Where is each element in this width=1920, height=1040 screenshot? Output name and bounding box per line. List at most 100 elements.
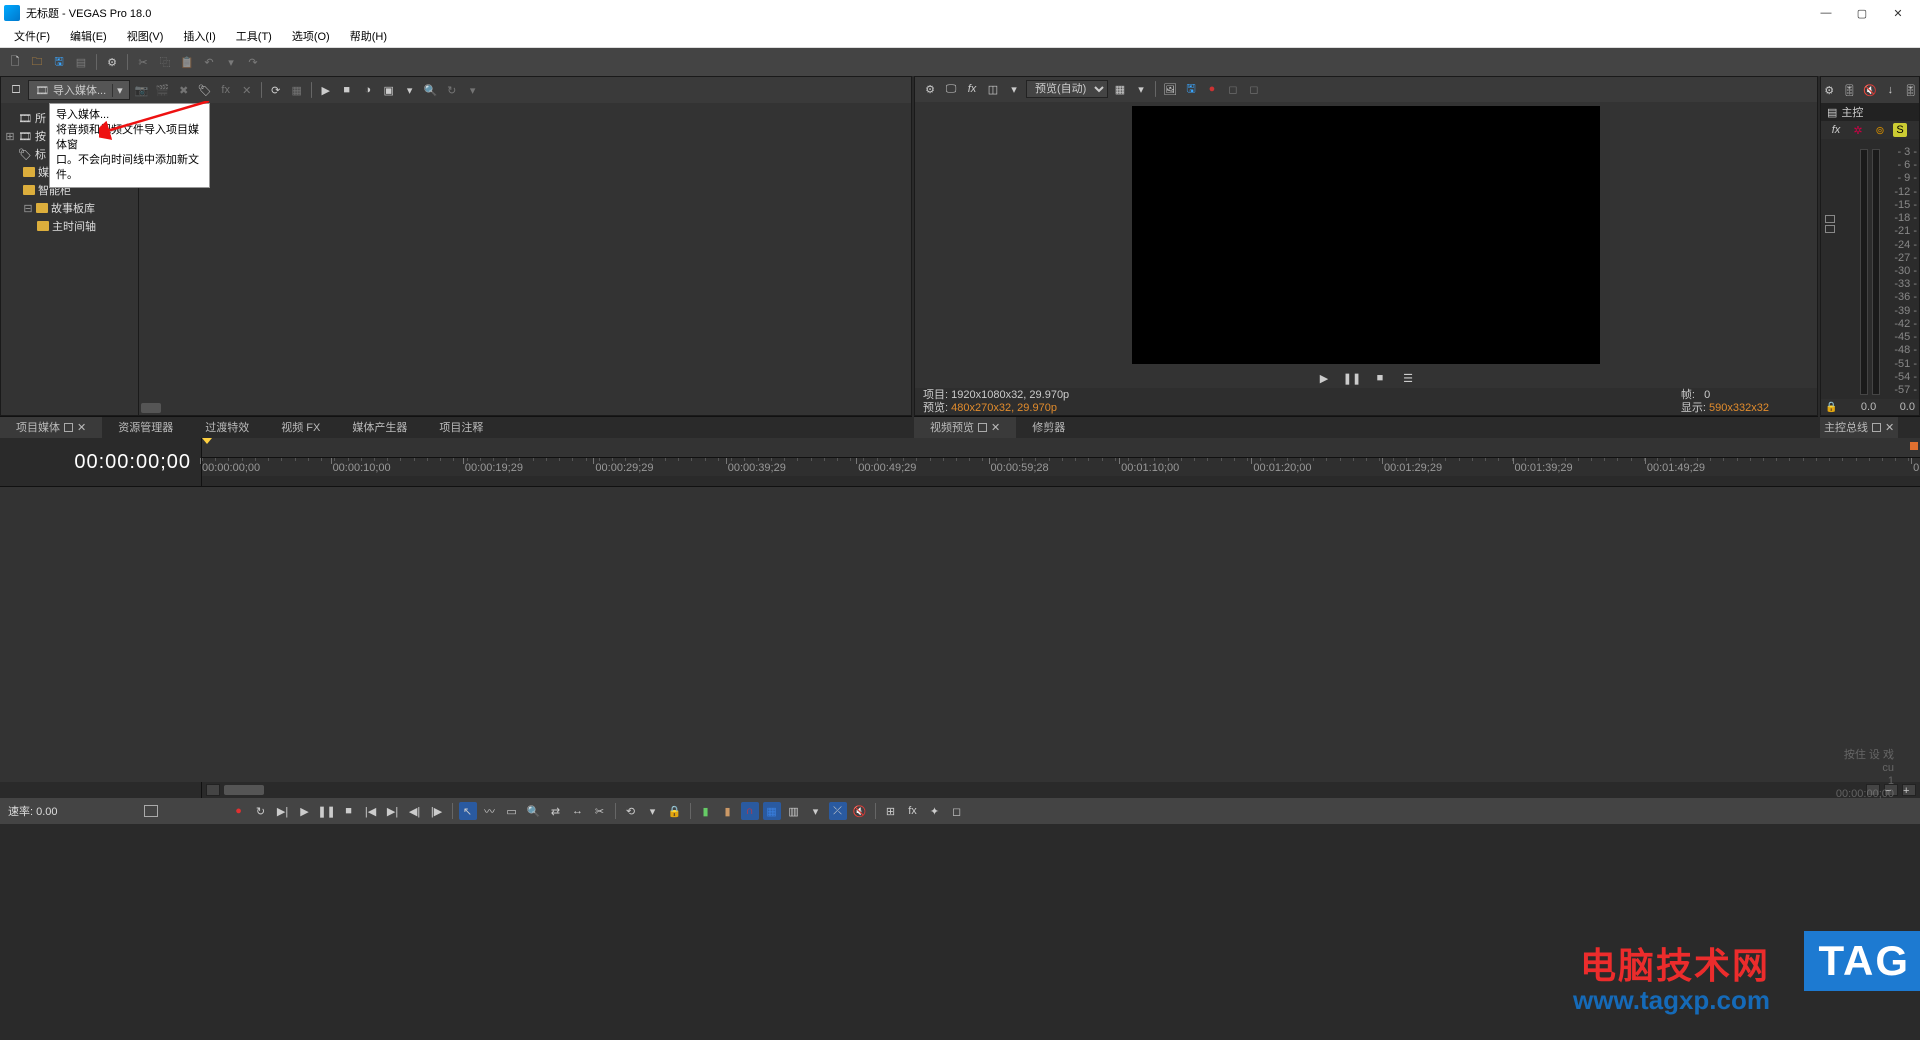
overlay-button[interactable]: ▦ xyxy=(1111,80,1129,98)
stop-preview-button[interactable]: ■ xyxy=(338,81,356,99)
tab-master-bus[interactable]: 主控总线✕ xyxy=(1820,417,1898,439)
stop-button[interactable]: ■ xyxy=(340,802,358,820)
media-list-area[interactable] xyxy=(139,103,911,415)
pause-button[interactable]: ❚❚ xyxy=(318,802,336,820)
quantize-dd[interactable]: ▾ xyxy=(807,802,825,820)
copy-button[interactable]: ⿻ xyxy=(156,53,174,71)
tab-project-media[interactable]: 项目媒体✕ xyxy=(0,417,102,439)
envelope-tool[interactable]: 〰 xyxy=(481,802,499,820)
master-insert-button[interactable]: ✲ xyxy=(1849,121,1867,139)
external2-button[interactable]: ◻ xyxy=(1245,80,1263,98)
region-button[interactable]: ▮ xyxy=(719,802,737,820)
quantize-button[interactable]: ▥ xyxy=(785,802,803,820)
overlay-dd[interactable]: ▾ xyxy=(1132,80,1150,98)
next-frame-button[interactable]: |▶ xyxy=(428,802,446,820)
close-button[interactable]: ✕ xyxy=(1880,2,1916,24)
autopreview-button[interactable]: ◑ xyxy=(359,81,377,99)
expand-icon[interactable]: ⊞ xyxy=(5,130,15,143)
preview-pause-button[interactable]: ❚❚ xyxy=(1343,369,1361,387)
tab-close-icon[interactable]: ✕ xyxy=(991,422,1000,434)
record-button[interactable]: ● xyxy=(230,802,248,820)
views-button[interactable]: ▦ xyxy=(288,81,306,99)
selection-tool[interactable]: ▭ xyxy=(503,802,521,820)
menu-insert[interactable]: 插入(I) xyxy=(173,26,225,48)
event-pan-button[interactable]: ⊞ xyxy=(882,802,900,820)
media-hscrollbar[interactable] xyxy=(139,401,911,415)
time-counter[interactable]: 00:00:00;00 xyxy=(0,438,202,486)
fx-bypass-button[interactable]: fx xyxy=(904,802,922,820)
sort-dd[interactable]: ▾ xyxy=(464,81,482,99)
generate-button[interactable]: ✦ xyxy=(926,802,944,820)
tree-item-storyboard[interactable]: ⊟故事板库 xyxy=(1,199,138,217)
save-project-button[interactable]: 🖫 xyxy=(50,53,68,71)
meter-link-icon[interactable] xyxy=(1825,225,1835,233)
split-dd[interactable]: ▾ xyxy=(1005,80,1023,98)
tab-explorer[interactable]: 资源管理器 xyxy=(102,417,189,439)
zoom-in-button[interactable]: + xyxy=(1902,784,1916,796)
external-button[interactable]: ◻ xyxy=(1224,80,1242,98)
loop-end-marker[interactable] xyxy=(1910,442,1918,450)
sort-button[interactable]: ↻ xyxy=(443,81,461,99)
go-end-button[interactable]: ▶| xyxy=(384,802,402,820)
preview-quality-select[interactable]: 预览(自动) xyxy=(1026,80,1108,98)
undo-dropdown[interactable]: ▾ xyxy=(222,53,240,71)
paste-button[interactable]: 📋 xyxy=(178,53,196,71)
search-button[interactable]: 🔍 xyxy=(422,81,440,99)
lock-icon[interactable]: 🔒 xyxy=(1825,402,1837,413)
rate-reset-button[interactable] xyxy=(144,805,158,817)
open-project-button[interactable]: 🗀 xyxy=(28,53,46,71)
master-props-button[interactable]: ⚙ xyxy=(1821,81,1837,99)
undo-button[interactable]: ↶ xyxy=(200,53,218,71)
new-project-button[interactable]: 🗋 xyxy=(6,53,24,71)
preview-screen[interactable] xyxy=(1132,106,1600,364)
mute-button[interactable]: 🔇 xyxy=(1862,81,1878,99)
menu-options[interactable]: 选项(O) xyxy=(282,26,340,48)
split-tool[interactable]: ✂ xyxy=(591,802,609,820)
timeline-tracks-area[interactable] xyxy=(0,486,1920,782)
tab-video-fx[interactable]: 视频 FX xyxy=(265,417,336,439)
copy-snapshot-button[interactable]: 🖼 xyxy=(1161,80,1179,98)
play-preview-button[interactable]: ▶ xyxy=(317,81,335,99)
misc-button[interactable]: ◻ xyxy=(948,802,966,820)
refresh-button[interactable]: ⟳ xyxy=(267,81,285,99)
preview-fx-button[interactable]: fx xyxy=(963,80,981,98)
menu-tools[interactable]: 工具(T) xyxy=(226,26,282,48)
marker-button[interactable]: ▮ xyxy=(697,802,715,820)
collapse-icon[interactable]: ⊟ xyxy=(23,202,33,215)
tab-trimmer[interactable]: 修剪器 xyxy=(1016,417,1081,439)
project-props-button[interactable]: 🞏 xyxy=(7,81,25,99)
tab-video-preview[interactable]: 视频预览✕ xyxy=(914,417,1016,439)
tab-transitions[interactable]: 过渡特效 xyxy=(189,417,265,439)
maximize-button[interactable]: ▢ xyxy=(1844,2,1880,24)
meter-bar-right[interactable] xyxy=(1872,149,1880,395)
slip-tool[interactable]: ↔ xyxy=(569,802,587,820)
master-label-row[interactable]: ▤ 主控 xyxy=(1821,103,1919,121)
tab-media-generators[interactable]: 媒体产生器 xyxy=(336,417,423,439)
get-media-button[interactable]: 🎬 xyxy=(154,81,172,99)
time-ruler[interactable]: 00:00:00;0000:00:10;0000:00:19;2900:00:2… xyxy=(202,458,1920,476)
render-as-button[interactable]: ▤ xyxy=(72,53,90,71)
normal-edit-tool[interactable]: ↖ xyxy=(459,802,477,820)
play-from-start-button[interactable]: ▶| xyxy=(274,802,292,820)
menu-edit[interactable]: 编辑(E) xyxy=(60,26,117,48)
zoom-tool[interactable]: 🔍 xyxy=(525,802,543,820)
meter-bar-left[interactable] xyxy=(1860,149,1868,395)
marker-bar[interactable] xyxy=(202,438,1920,458)
preview-menu-button[interactable]: ☰ xyxy=(1399,369,1417,387)
scrollbar-thumb[interactable] xyxy=(224,785,264,795)
delete-button[interactable]: ✕ xyxy=(238,81,256,99)
tab-close-icon[interactable]: ✕ xyxy=(1885,422,1894,434)
master-automation-button[interactable]: ⊚ xyxy=(1871,121,1889,139)
menu-view[interactable]: 视图(V) xyxy=(117,26,174,48)
auto-crossfade-button[interactable]: ⤫ xyxy=(829,802,847,820)
menu-file[interactable]: 文件(F) xyxy=(4,26,60,48)
record-button[interactable]: ● xyxy=(1203,80,1221,98)
import-media-dropdown[interactable]: ▾ xyxy=(112,84,123,97)
remove-selected-button[interactable]: ✖ xyxy=(175,81,193,99)
master-fx-button[interactable]: fx xyxy=(1827,121,1845,139)
mute-automation-button[interactable]: 🔇 xyxy=(851,802,869,820)
tab-project-notes[interactable]: 项目注释 xyxy=(423,417,499,439)
import-media-button[interactable]: 🎞 导入媒体... ▾ xyxy=(28,80,130,100)
redo-button[interactable]: ↷ xyxy=(244,53,262,71)
preview-device-button[interactable]: 🖵 xyxy=(942,80,960,98)
